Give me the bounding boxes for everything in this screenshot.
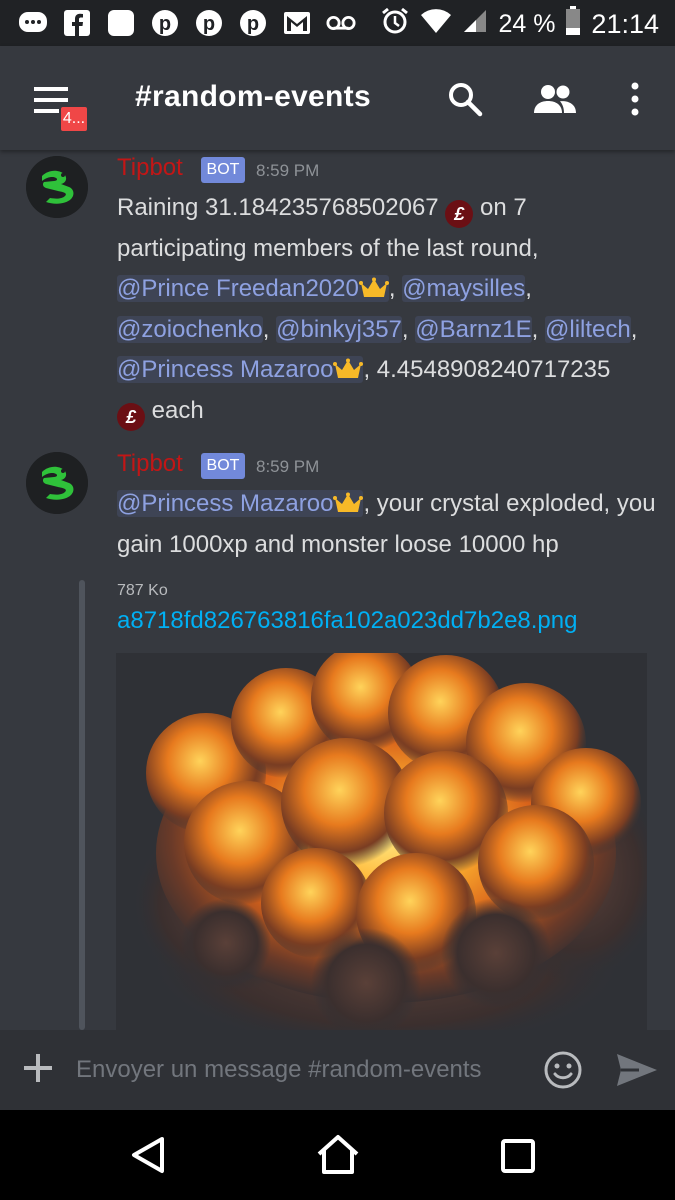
user-mention[interactable]: @zoiochenko [117,315,263,343]
avatar[interactable] [26,452,88,514]
pinterest-icon: p [194,8,224,38]
avatar[interactable] [26,156,88,218]
user-mention[interactable]: @liltech [545,315,631,343]
crown-emoji-icon [358,277,389,297]
app-bar: 4... #random-events [0,46,675,150]
message-content: Raining 31.184235768502067 £ on 7 partic… [117,188,662,431]
coin-icon: £ [445,200,474,228]
message-text: , 4.4548908240717235 [363,356,611,383]
battery-icon [565,6,581,43]
file-size: 787 Ko [117,582,168,599]
bot-tag: BOT [201,157,245,183]
recents-icon[interactable] [495,1132,541,1178]
user-mention[interactable]: @Princess Mazaroo [117,490,364,517]
add-attachment-icon[interactable] [20,1048,56,1088]
search-icon[interactable] [442,76,488,122]
facebook-icon [62,8,92,38]
separator: , [262,315,270,343]
battery-level: 24 % [498,10,556,38]
message-text: each [145,396,204,424]
user-mention[interactable]: @Barnz1E [415,315,532,343]
channel-title: #random-events [135,80,371,113]
message-content: @Princess Mazaroo, your crystal exploded… [117,484,662,565]
separator: , [401,315,409,343]
svg-text:p: p [159,13,171,35]
home-icon[interactable] [315,1132,361,1178]
coin-icon: £ [117,402,145,431]
svg-text:p: p [203,13,215,35]
notification-icons: p p p [18,8,356,38]
chat-bubble-icon [18,8,48,38]
message-input[interactable]: Envoyer un message #random-events [76,1056,482,1084]
separator: , [630,315,638,343]
user-mention[interactable]: @Prince Freedan2020 [117,275,389,302]
message-author[interactable]: Tipbot [117,450,183,478]
voicemail-icon [326,8,356,38]
members-icon[interactable] [532,76,578,122]
unread-badge: 4... [59,105,89,133]
pinterest-icon: p [150,8,180,38]
bot-tag: BOT [201,453,245,479]
message-author[interactable]: Tipbot [117,154,183,182]
user-mention[interactable]: @binkyj357 [276,315,402,343]
attachment-link[interactable]: a8718fd826763816fa102a023dd7b2e8.png [117,607,577,635]
message-time: 8:59 PM [256,457,320,476]
status-bar: p p p 24 % 21:14 [0,0,675,46]
embed-bar [79,580,85,1030]
back-icon[interactable] [126,1132,172,1178]
send-icon[interactable] [615,1050,659,1090]
more-options-icon[interactable] [612,76,658,122]
separator: , [525,275,532,302]
system-icons: 24 % 21:14 [380,6,659,43]
message-composer: Envoyer un message #random-events [0,1030,675,1110]
pinterest-icon: p [238,8,268,38]
separator: , [531,315,539,343]
svg-text:p: p [247,13,259,35]
navigation-bar [0,1110,675,1200]
emoji-icon[interactable] [543,1050,583,1090]
attachment-image[interactable] [116,653,647,1030]
app-icon [106,8,136,38]
user-mention[interactable]: @Princess Mazaroo [117,356,364,383]
user-mention[interactable]: @maysilles [402,275,526,302]
alarm-icon [380,6,410,43]
message-text: Raining 31.184235768502067 [117,194,439,221]
crown-emoji-icon [333,492,364,512]
clock: 21:14 [591,9,659,39]
gmail-icon [282,8,312,38]
message-list[interactable]: Tipbot BOT 8:59 PM Raining 31.1842357685… [0,150,675,1030]
signal-icon [462,8,488,41]
crown-emoji-icon [333,358,364,378]
message-time: 8:59 PM [256,161,320,180]
separator: , [388,275,396,302]
wifi-icon [420,8,452,41]
